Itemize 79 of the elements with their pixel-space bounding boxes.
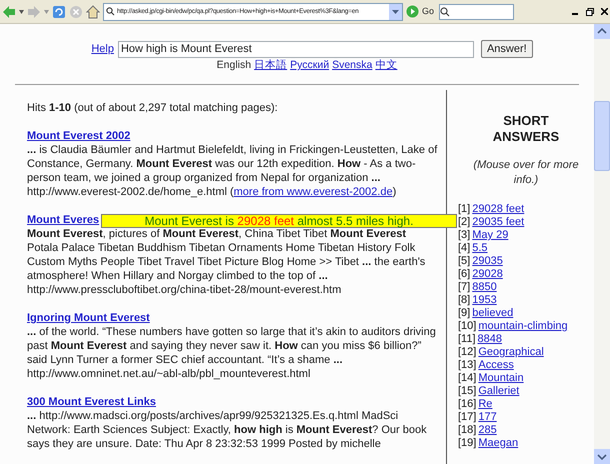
language-link[interactable]: 中文 (375, 59, 398, 72)
answer-link[interactable]: Geographical (478, 346, 544, 359)
language-link[interactable]: Svenska (332, 59, 372, 72)
search-field[interactable] (439, 4, 514, 20)
answer-link[interactable]: 1953 (472, 294, 497, 307)
go-button[interactable]: Go (422, 4, 434, 18)
answer-link[interactable]: 8848 (478, 333, 502, 346)
answer-index: [8] (458, 294, 470, 307)
help-link[interactable]: Help (91, 40, 114, 58)
answer-index: [16] (458, 398, 476, 411)
result-snippet: ... is Claudia Bäumler and Hartmut Bielefeldt, living in Frickingen-Leustetten, Lake of Constance, Germany. Mount Everest was our 12th expedition. How - As a two-person team, we joined a group organized from Nepal for organization ... (27, 143, 438, 185)
dropdown-icon[interactable] (389, 4, 402, 20)
language-link[interactable]: 日本語 (254, 59, 288, 72)
answer-index: [18] (458, 424, 476, 437)
answer-link[interactable]: Re (478, 398, 492, 411)
result-snippet: ... of the world. “These numbers have gotten so large that it’s akin to auditors driving past Mount Everest and saying they never saw it. How can you miss $6 billion?” said Lynn Turner a former SEC chief accountant. “It’s a shame ... (27, 325, 437, 367)
answer-index: [10] (458, 320, 476, 333)
answer-index: [2] (458, 216, 470, 229)
current-language: English (216, 59, 252, 72)
answer-index: [5] (458, 255, 470, 268)
hits-summary: Hits 1-10 (out of about 2,297 total matching pages): (27, 101, 279, 115)
result-title-link[interactable]: Mount Everest 2002 (27, 129, 130, 143)
answer-index: [1] (458, 203, 470, 216)
answer-link[interactable]: Access (478, 359, 514, 372)
refresh-icon[interactable] (52, 4, 66, 18)
result-snippet: ... http://www.madsci.org/posts/archives/apr99/925321325.Es.q.html MadSci Network: Earth Sciences Subject: Exactly, how high is Mount Everest? Our book says they are unsure. Date: Thu Apr 8 23:32:53 1999 Posted by michelle (27, 409, 428, 451)
close-icon[interactable] (601, 8, 608, 15)
result-title-link[interactable]: 300 Mount Everest Links (27, 395, 156, 409)
result-url: http://www.everest-2002.de/home_e.html (27, 185, 227, 199)
answer-link[interactable]: mountain-climbing (478, 320, 568, 333)
restore-icon[interactable] (586, 8, 594, 16)
answer-index: [17] (458, 411, 476, 424)
answer-index: [14] (458, 372, 476, 385)
go-icon[interactable] (406, 5, 419, 18)
dropdown-icon[interactable] (19, 10, 24, 14)
result-title-link[interactable]: Ignoring Mount Everest (27, 311, 150, 325)
home-icon[interactable] (86, 4, 100, 18)
sidebar-title: SHORT ANSWERS (492, 113, 560, 145)
answer-index: [12] (458, 346, 476, 359)
parenthesis: ) (392, 185, 396, 199)
answer-button[interactable]: Answer! (480, 40, 533, 58)
search-engine-icon (440, 6, 450, 16)
answer-link[interactable]: 29035 (472, 255, 503, 268)
answer-link[interactable]: believed (472, 307, 514, 320)
answer-link[interactable]: May 29 (472, 229, 508, 242)
answer-index: [13] (458, 359, 476, 372)
parenthesis: ( (230, 185, 234, 199)
page-icon (106, 7, 115, 16)
answer-tooltip: Mount Everest is 29028 feet almost 5.5 miles high. (101, 214, 457, 228)
more-link[interactable]: more from www.everest-2002.de (234, 185, 393, 199)
result-title-link[interactable]: Mount Everes (27, 213, 100, 227)
result-snippet: Mount Everest, pictures of Mount Everest, China Tibet Tibet Mount Everest Potala Palace Tibetan Buddhism Tibetan Ornaments Home Tibetan History Folk Custom Myths People Tibet Travel Tibet Picture Blog Home >> Tibet ... the earth's atmosphere! When Hillary and Norgay climbed to the top of ... (27, 228, 426, 283)
answer-link[interactable]: 8850 (472, 281, 497, 294)
language-link[interactable]: Русский (290, 59, 330, 72)
answer-link[interactable]: 285 (478, 424, 497, 437)
scroll-up-icon[interactable] (594, 24, 610, 39)
answer-index: [9] (458, 307, 470, 320)
answer-index: [11] (458, 333, 476, 346)
answer-link[interactable]: Mountain (478, 372, 524, 385)
question-field[interactable]: How high is Mount Everest (118, 40, 474, 58)
answer-link[interactable]: Galleriet (478, 385, 520, 398)
answer-link[interactable]: 29028 (472, 268, 503, 281)
sidebar-note: (Mouse over for more info.) (472, 158, 580, 188)
answer-index: [4] (458, 242, 470, 255)
answer-index: [19] (458, 437, 476, 450)
scroll-thumb[interactable] (594, 101, 610, 171)
answer-link[interactable]: Maegan (478, 437, 518, 450)
answer-link[interactable]: 29028 feet (472, 203, 524, 216)
answer-link[interactable]: 29035 feet (472, 216, 524, 229)
scroll-down-icon[interactable] (594, 449, 610, 464)
result-url: http://www.omninet.net.au/~abl-alb/pbl_mounteverest.html (27, 367, 310, 381)
answer-index: [15] (458, 385, 476, 398)
answer-index: [6] (458, 268, 470, 281)
result-url: http://www.presscluboftibet.org/china-tibet-28/mount-everest.htm (27, 283, 342, 297)
answer-link[interactable]: 5.5 (472, 242, 488, 255)
answer-link[interactable]: 177 (478, 411, 497, 424)
answer-index: [3] (458, 229, 470, 242)
stop-icon[interactable] (69, 4, 83, 18)
answer-index: [7] (458, 281, 470, 294)
